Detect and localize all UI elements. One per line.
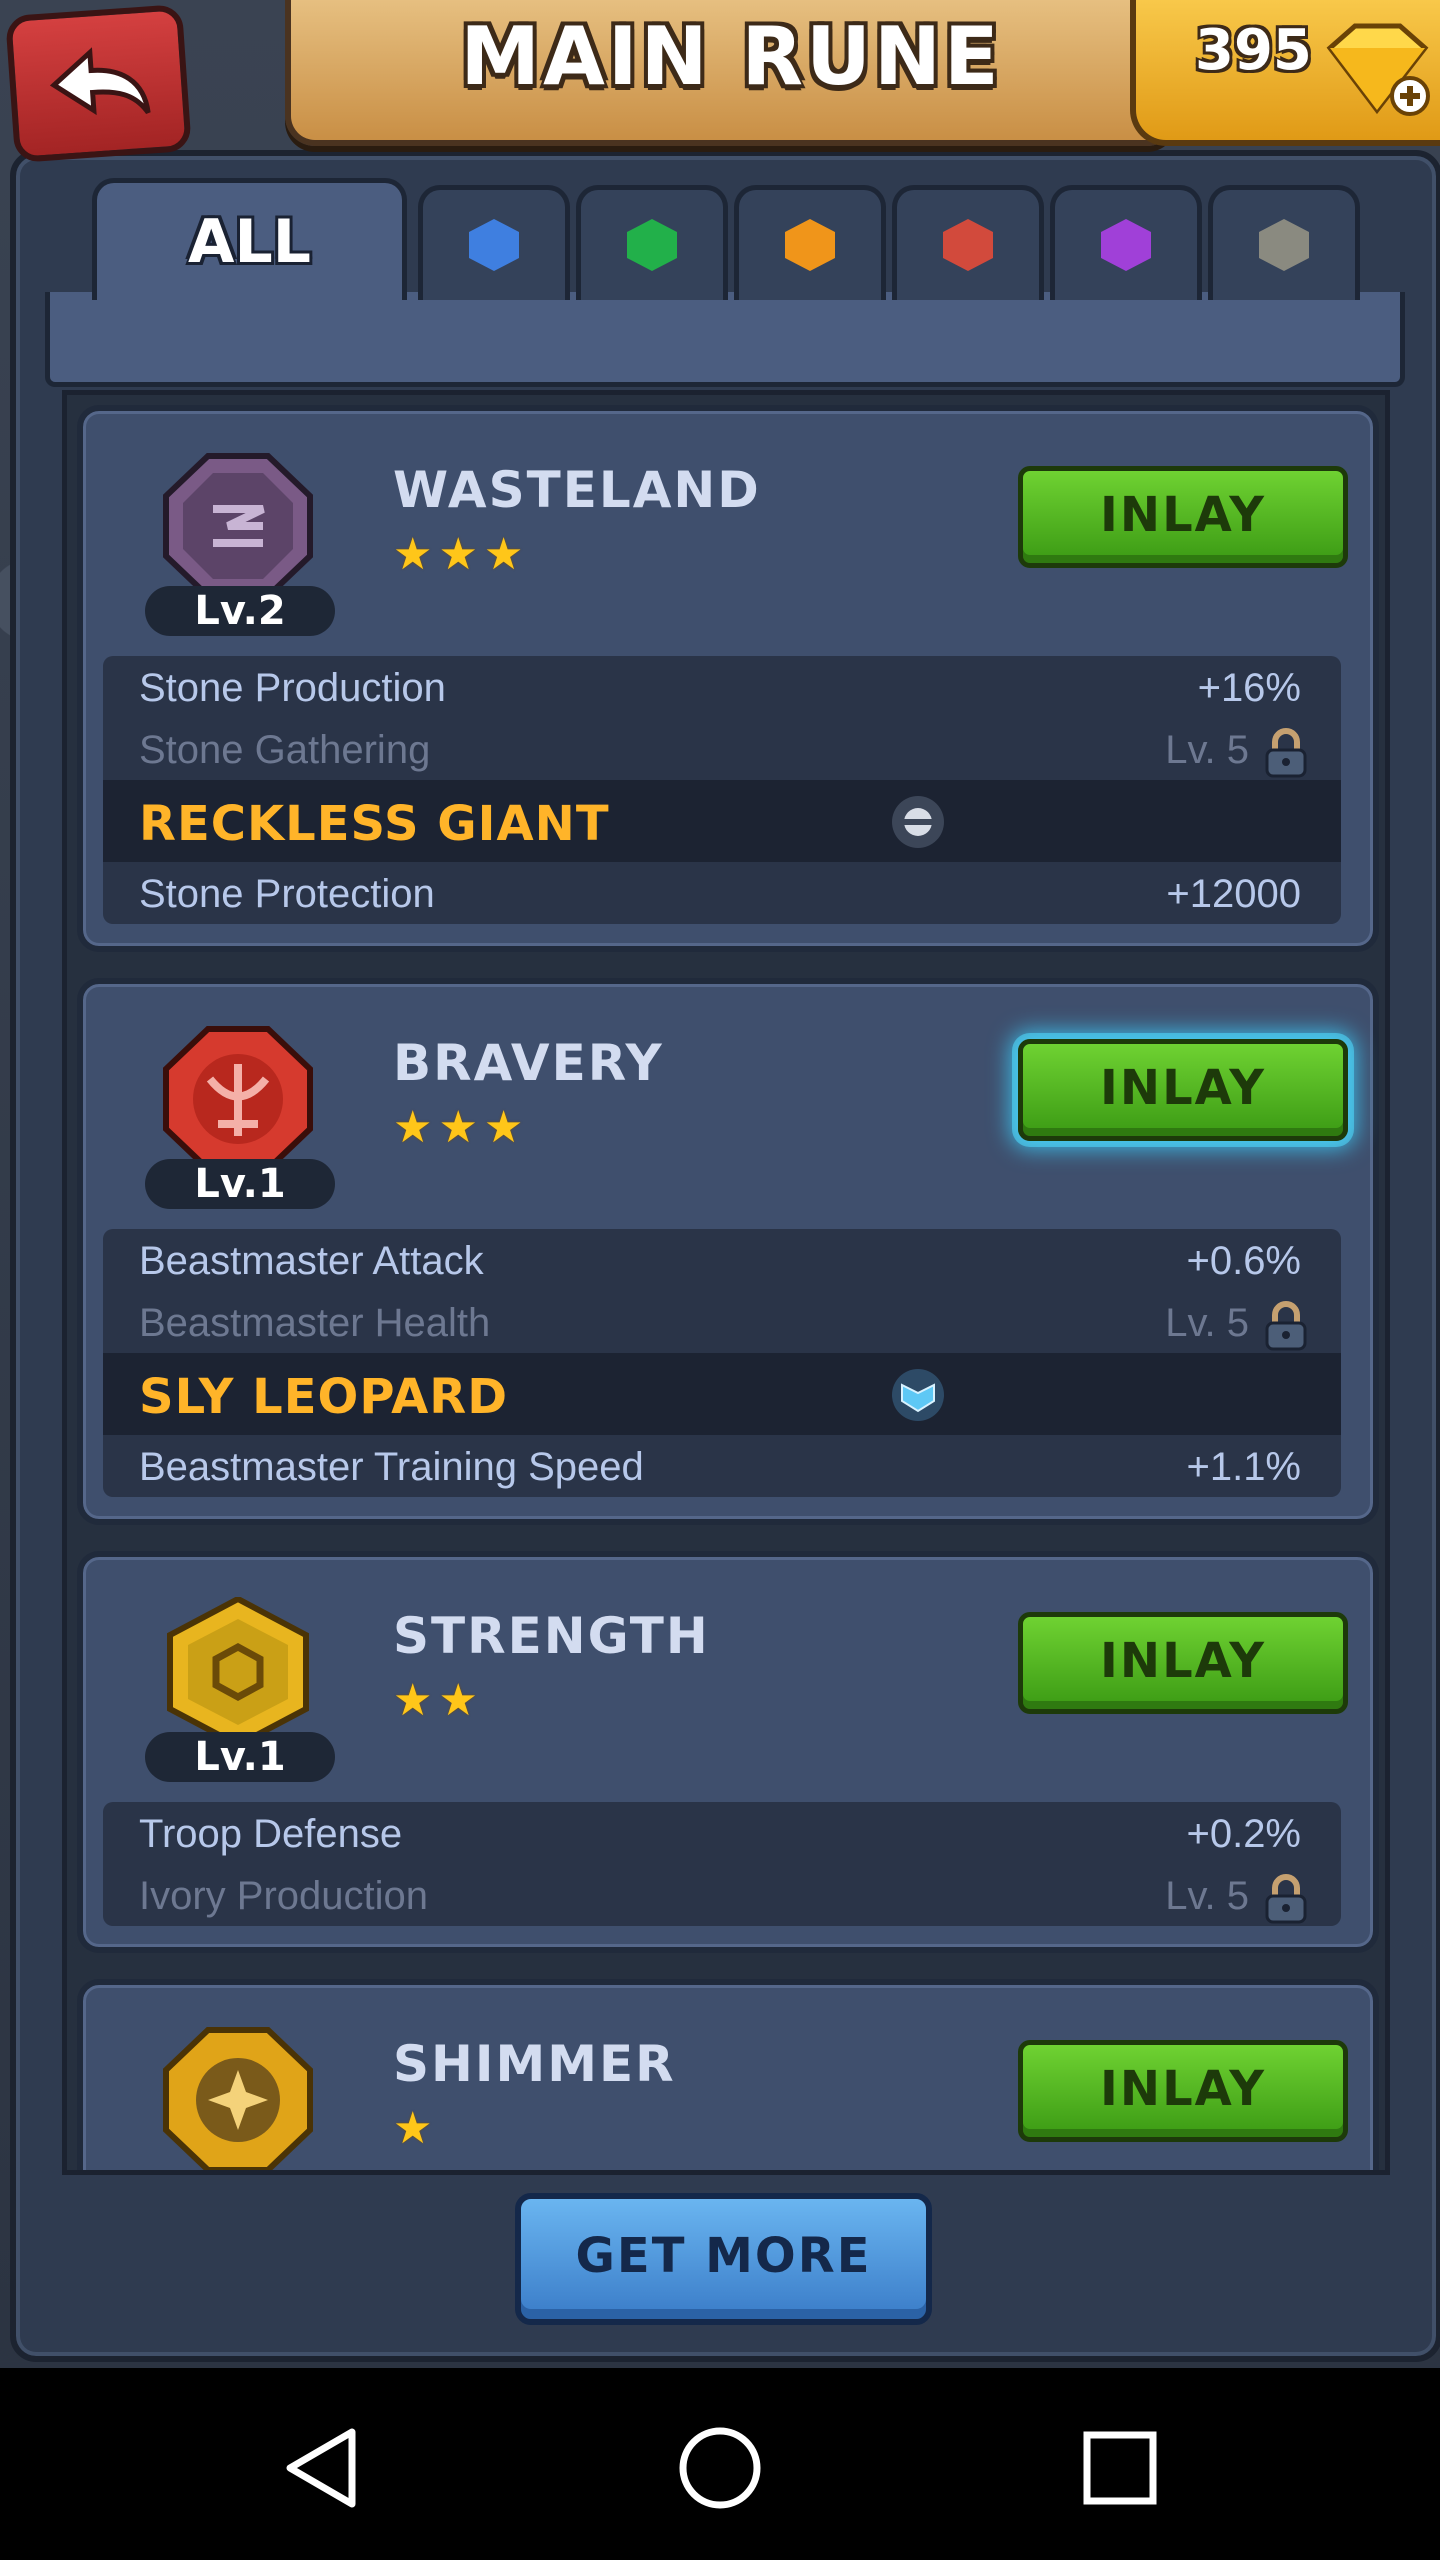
- system-nav-bar: [0, 2368, 1440, 2560]
- shimmer-rune-icon: [163, 2027, 313, 2170]
- stat-row: Troop Defense +0.2%: [103, 1802, 1341, 1864]
- stat-value: Lv. 5: [1165, 1301, 1249, 1345]
- rune-stats: Stone Production +16% Stone Gathering Lv…: [103, 656, 1341, 924]
- stat-label: Beastmaster Training Speed: [139, 1445, 644, 1489]
- rune-stats: Beastmaster Attack +0.6% Beastmaster Hea…: [103, 1229, 1341, 1497]
- stat-label: Troop Defense: [139, 1812, 403, 1856]
- tab-blue[interactable]: [418, 185, 570, 300]
- stat-label: Beastmaster Attack: [139, 1239, 484, 1283]
- stat-row: Beastmaster Training Speed +1.1%: [103, 1435, 1341, 1497]
- rune-stars: ★: [393, 2104, 439, 2153]
- bravery-rune-icon: [163, 1026, 313, 1172]
- rune-card-shimmer: SHIMMER ★ INLAY: [77, 1979, 1379, 2170]
- rune-name: SHIMMER: [393, 2035, 676, 2093]
- blue-rune-icon: [469, 219, 519, 271]
- stat-value: +0.2%: [1186, 1812, 1301, 1856]
- stat-row: Stone Production +16%: [103, 656, 1341, 718]
- rune-name: STRENGTH: [393, 1607, 710, 1665]
- tab-orange[interactable]: [734, 185, 886, 300]
- stat-row-locked: Stone Gathering Lv. 5: [103, 718, 1341, 780]
- stat-label: Ivory Production: [139, 1874, 429, 1918]
- stat-label: Stone Gathering: [139, 728, 431, 772]
- tab-green[interactable]: [576, 185, 728, 300]
- stat-value: Lv. 5: [1165, 1874, 1249, 1918]
- tab-all-label: ALL: [188, 206, 311, 277]
- back-button[interactable]: [5, 4, 192, 163]
- rune-stars: ★★★: [393, 1103, 530, 1152]
- gray-rune-icon: [1259, 219, 1309, 271]
- back-nav-icon[interactable]: [270, 2418, 370, 2518]
- rune-card-bravery: Lv.1 BRAVERY ★★★ INLAY Beastmaster Attac…: [77, 978, 1379, 1525]
- set-bonus-icon: [892, 796, 944, 848]
- rune-stats: Troop Defense +0.2% Ivory Production Lv.…: [103, 1802, 1341, 1926]
- purple-rune-icon: [1101, 219, 1151, 271]
- stat-row: Stone Protection +12000: [103, 862, 1341, 924]
- gem-count: 395: [1195, 18, 1312, 83]
- tab-purple[interactable]: [1050, 185, 1202, 300]
- stat-value: Lv. 5: [1165, 728, 1249, 772]
- green-rune-icon: [627, 219, 677, 271]
- set-name: RECKLESS GIANT: [139, 796, 610, 852]
- rune-level: Lv.2: [145, 586, 335, 636]
- inlay-button[interactable]: INLAY: [1018, 466, 1348, 568]
- strength-rune-icon: [167, 1597, 309, 1747]
- rune-stars: ★★: [393, 1676, 484, 1725]
- stat-row-locked: Beastmaster Health Lv. 5: [103, 1291, 1341, 1353]
- set-name: SLY LEOPARD: [139, 1369, 509, 1425]
- rune-list[interactable]: Lv.2 WASTELAND ★★★ INLAY Stone Productio…: [62, 390, 1390, 2175]
- rune-card-strength: Lv.1 STRENGTH ★★ INLAY Troop Defense +0.…: [77, 1551, 1379, 1953]
- rune-card-wasteland: Lv.2 WASTELAND ★★★ INLAY Stone Productio…: [77, 405, 1379, 952]
- page-title: MAIN RUNE: [460, 10, 1002, 103]
- rune-level: Lv.1: [145, 1732, 335, 1782]
- tab-gray[interactable]: [1208, 185, 1360, 300]
- orange-rune-icon: [785, 219, 835, 271]
- set-bonus-row: RECKLESS GIANT: [103, 780, 1341, 862]
- stat-label: Stone Protection: [139, 872, 435, 916]
- stat-row-locked: Ivory Production Lv. 5: [103, 1864, 1341, 1926]
- rune-level: Lv.1: [145, 1159, 335, 1209]
- rune-stars: ★★★: [393, 530, 530, 579]
- inlay-button[interactable]: INLAY: [1018, 1039, 1348, 1141]
- leopard-set-icon: [892, 1369, 944, 1421]
- tab-bar: [45, 292, 1405, 387]
- rune-name: BRAVERY: [393, 1034, 664, 1092]
- lock-icon: [1265, 728, 1307, 778]
- gem-plus-icon[interactable]: [1320, 18, 1430, 118]
- lock-icon: [1265, 1874, 1307, 1924]
- wasteland-rune-icon: [163, 453, 313, 599]
- stat-value: +0.6%: [1186, 1239, 1301, 1283]
- red-rune-icon: [943, 219, 993, 271]
- recents-nav-icon[interactable]: [1070, 2418, 1170, 2518]
- title-banner: MAIN RUNE: [285, 0, 1177, 146]
- stat-value: +16%: [1197, 666, 1301, 710]
- get-more-button[interactable]: GET MORE: [515, 2193, 932, 2325]
- stat-value: +1.1%: [1186, 1445, 1301, 1489]
- stat-label: Beastmaster Health: [139, 1301, 491, 1345]
- lock-icon: [1265, 1301, 1307, 1351]
- set-bonus-row: SLY LEOPARD: [103, 1353, 1341, 1435]
- tab-red[interactable]: [892, 185, 1044, 300]
- stat-row: Beastmaster Attack +0.6%: [103, 1229, 1341, 1291]
- tab-all[interactable]: ALL: [92, 178, 407, 300]
- rune-name: WASTELAND: [393, 461, 761, 519]
- back-arrow-icon: [49, 46, 151, 115]
- stat-value: +12000: [1166, 872, 1301, 916]
- home-nav-icon[interactable]: [670, 2418, 770, 2518]
- inlay-button[interactable]: INLAY: [1018, 1612, 1348, 1714]
- inlay-button[interactable]: INLAY: [1018, 2040, 1348, 2142]
- stat-label: Stone Production: [139, 666, 446, 710]
